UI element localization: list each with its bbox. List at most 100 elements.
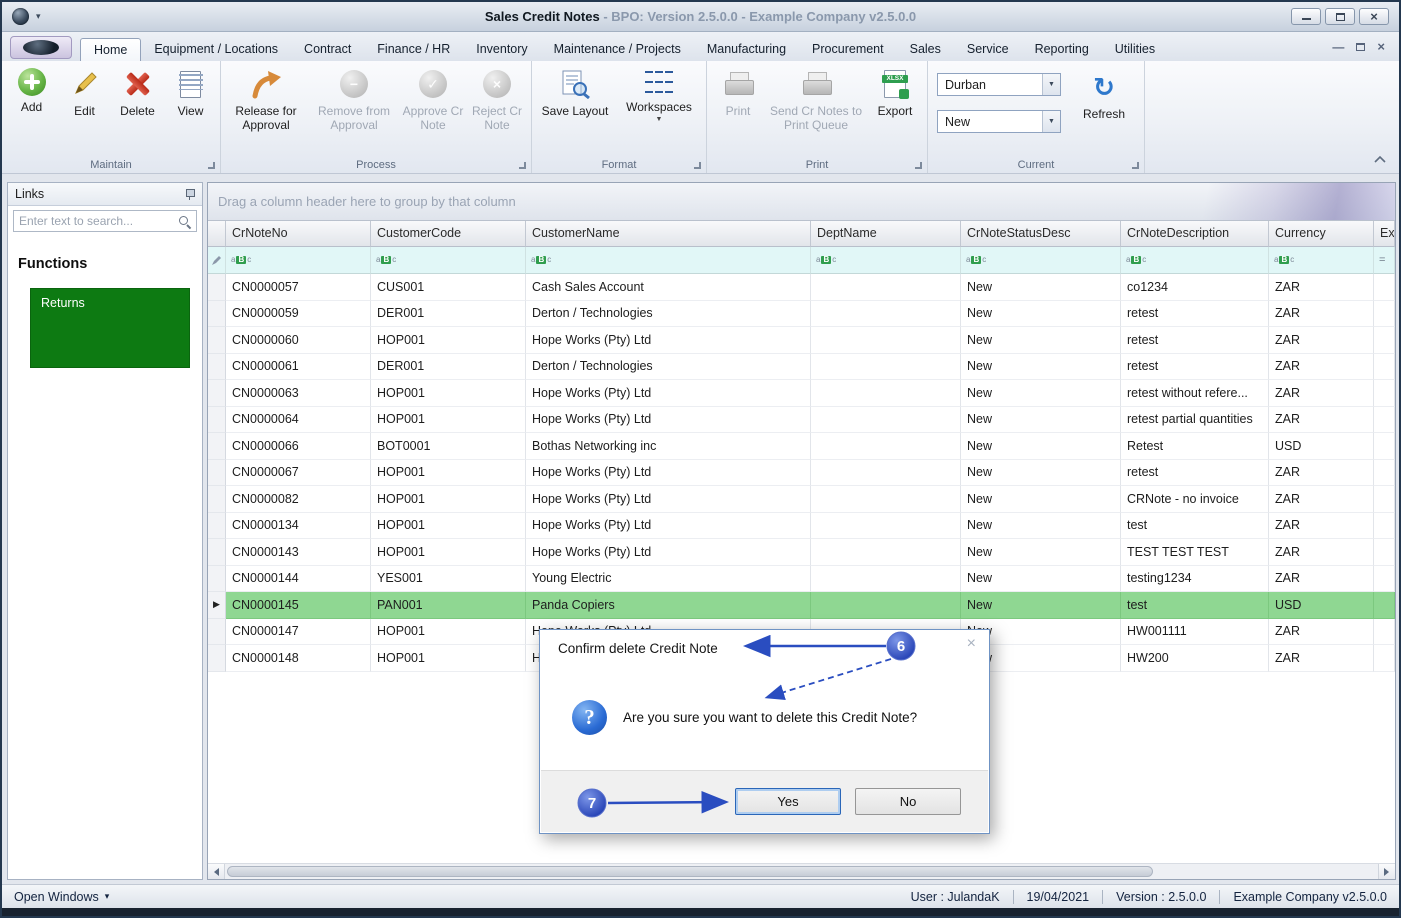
filter-cell-exchange[interactable]: =: [1374, 247, 1395, 274]
status-dropdown-arrow-icon[interactable]: ▼: [1042, 111, 1060, 132]
column-header-cr_note_no[interactable]: CrNoteNo: [226, 221, 371, 247]
delete-button[interactable]: Delete: [111, 63, 164, 118]
column-header-dept_name[interactable]: DeptName: [811, 221, 961, 247]
filter-cell-cr_note_no[interactable]: aBc: [226, 247, 371, 274]
cell-status: New: [961, 327, 1121, 354]
collapse-ribbon-icon[interactable]: [1373, 153, 1387, 167]
close-button[interactable]: ×: [1359, 8, 1389, 25]
maintain-dialog-launcher-icon[interactable]: [207, 161, 216, 170]
credit-note-row-cn0000082[interactable]: CN0000082HOP001Hope Works (Pty) LtdNewCR…: [208, 486, 1395, 513]
cell-currency: ZAR: [1269, 645, 1374, 672]
application-menu-button[interactable]: [10, 36, 72, 59]
column-header-exchange[interactable]: Excha: [1374, 221, 1395, 247]
tab-inventory[interactable]: Inventory: [463, 38, 540, 61]
column-header-status[interactable]: CrNoteStatusDesc: [961, 221, 1121, 247]
credit-note-row-cn0000063[interactable]: CN0000063HOP001Hope Works (Pty) LtdNewre…: [208, 380, 1395, 407]
workspaces-dropdown-icon[interactable]: ▼: [656, 116, 663, 123]
cell-customer_name: Young Electric: [526, 566, 811, 593]
credit-note-row-cn0000057[interactable]: CN0000057CUS001Cash Sales AccountNewco12…: [208, 274, 1395, 301]
scrollbar-thumb[interactable]: [227, 866, 1153, 877]
workspaces-button[interactable]: Workspaces ▼: [615, 63, 703, 123]
sidebar-item-returns[interactable]: Returns: [30, 288, 190, 368]
credit-note-row-cn0000059[interactable]: CN0000059DER001Derton / TechnologiesNewr…: [208, 301, 1395, 328]
cell-customer_code: HOP001: [371, 327, 526, 354]
credit-note-row-cn0000145[interactable]: ▶CN0000145PAN001Panda CopiersNewtestUSD: [208, 592, 1395, 619]
mdi-minimize-icon[interactable]: —: [1332, 40, 1344, 54]
tab-maintenance-projects[interactable]: Maintenance / Projects: [541, 38, 694, 61]
filter-cell-currency[interactable]: aBc: [1269, 247, 1374, 274]
tab-finance-hr[interactable]: Finance / HR: [364, 38, 463, 61]
column-header-description[interactable]: CrNoteDescription: [1121, 221, 1269, 247]
cell-customer_name: Hope Works (Pty) Ltd: [526, 407, 811, 434]
print-group-label: Print: [806, 159, 829, 171]
minimize-button[interactable]: [1291, 8, 1321, 25]
save-layout-icon: [559, 68, 591, 100]
row-indicator: [208, 380, 226, 407]
tab-procurement[interactable]: Procurement: [799, 38, 897, 61]
process-dialog-launcher-icon[interactable]: [518, 161, 527, 170]
search-input[interactable]: [19, 214, 178, 228]
open-windows-button[interactable]: Open Windows ▾: [14, 890, 109, 904]
credit-note-row-cn0000060[interactable]: CN0000060HOP001Hope Works (Pty) LtdNewre…: [208, 327, 1395, 354]
view-button[interactable]: View: [164, 63, 217, 118]
mdi-close-icon[interactable]: ×: [1377, 39, 1385, 54]
column-header-customer_name[interactable]: CustomerName: [526, 221, 811, 247]
print-icon: [725, 72, 752, 96]
format-dialog-launcher-icon[interactable]: [693, 161, 702, 170]
cell-customer_name: Derton / Technologies: [526, 301, 811, 328]
filter-cell-customer_code[interactable]: aBc: [371, 247, 526, 274]
ribbon-group-format: Save Layout Workspaces ▼ Format: [532, 61, 707, 173]
credit-note-row-cn0000144[interactable]: CN0000144YES001Young ElectricNewtesting1…: [208, 566, 1395, 593]
text-filter-icon: aBc: [816, 256, 836, 264]
column-header-currency[interactable]: Currency: [1269, 221, 1374, 247]
horizontal-scrollbar[interactable]: [208, 863, 1395, 879]
release-for-approval-button[interactable]: Release for Approval: [224, 63, 308, 132]
export-button[interactable]: XLSX Export: [866, 63, 924, 118]
mdi-restore-icon[interactable]: [1356, 43, 1365, 51]
filter-cell-description[interactable]: aBc: [1121, 247, 1269, 274]
add-button[interactable]: Add: [5, 63, 58, 114]
filter-cell-dept_name[interactable]: aBc: [811, 247, 961, 274]
credit-note-row-cn0000143[interactable]: CN0000143HOP001Hope Works (Pty) LtdNewTE…: [208, 539, 1395, 566]
approve-cr-note-label: Approve Cr Note: [400, 104, 466, 132]
tab-sales[interactable]: Sales: [897, 38, 954, 61]
tab-reporting[interactable]: Reporting: [1022, 38, 1102, 61]
cell-cr_note_no: CN0000148: [226, 645, 371, 672]
yes-button[interactable]: Yes: [735, 788, 841, 815]
credit-note-row-cn0000064[interactable]: CN0000064HOP001Hope Works (Pty) LtdNewre…: [208, 407, 1395, 434]
quick-access-dropdown-icon[interactable]: ▾: [36, 11, 41, 22]
tab-manufacturing[interactable]: Manufacturing: [694, 38, 799, 61]
tab-contract[interactable]: Contract: [291, 38, 364, 61]
cell-exchange: [1374, 513, 1395, 540]
scroll-left-icon[interactable]: [208, 864, 225, 879]
filter-cell-status[interactable]: aBc: [961, 247, 1121, 274]
tab-equipment-locations[interactable]: Equipment / Locations: [141, 38, 291, 61]
site-dropdown-arrow-icon[interactable]: ▼: [1042, 74, 1060, 95]
status-dropdown[interactable]: New ▼: [937, 110, 1061, 133]
credit-note-row-cn0000066[interactable]: CN0000066BOT0001Bothas Networking incNew…: [208, 433, 1395, 460]
cell-currency: ZAR: [1269, 407, 1374, 434]
pin-icon[interactable]: [184, 188, 195, 201]
filter-row-indicator-cell: [208, 247, 226, 274]
print-dialog-launcher-icon[interactable]: [914, 161, 923, 170]
tab-home[interactable]: Home: [80, 38, 141, 61]
save-layout-button[interactable]: Save Layout: [535, 63, 615, 118]
refresh-button[interactable]: ↻ Refresh: [1073, 63, 1135, 121]
search-icon[interactable]: [178, 215, 191, 228]
tab-service[interactable]: Service: [954, 38, 1022, 61]
scroll-right-icon[interactable]: [1378, 864, 1395, 879]
tab-utilities[interactable]: Utilities: [1102, 38, 1168, 61]
maximize-button[interactable]: [1325, 8, 1355, 25]
cell-currency: USD: [1269, 433, 1374, 460]
current-dialog-launcher-icon[interactable]: [1131, 161, 1140, 170]
credit-note-row-cn0000061[interactable]: CN0000061DER001Derton / TechnologiesNewr…: [208, 354, 1395, 381]
cell-customer_code: PAN001: [371, 592, 526, 619]
filter-cell-customer_name[interactable]: aBc: [526, 247, 811, 274]
column-header-customer_code[interactable]: CustomerCode: [371, 221, 526, 247]
site-dropdown[interactable]: Durban ▼: [937, 73, 1061, 96]
credit-note-row-cn0000134[interactable]: CN0000134HOP001Hope Works (Pty) LtdNewte…: [208, 513, 1395, 540]
no-button[interactable]: No: [855, 788, 961, 815]
dialog-close-icon[interactable]: ×: [967, 636, 976, 652]
credit-note-row-cn0000067[interactable]: CN0000067HOP001Hope Works (Pty) LtdNewre…: [208, 460, 1395, 487]
edit-button[interactable]: Edit: [58, 63, 111, 118]
